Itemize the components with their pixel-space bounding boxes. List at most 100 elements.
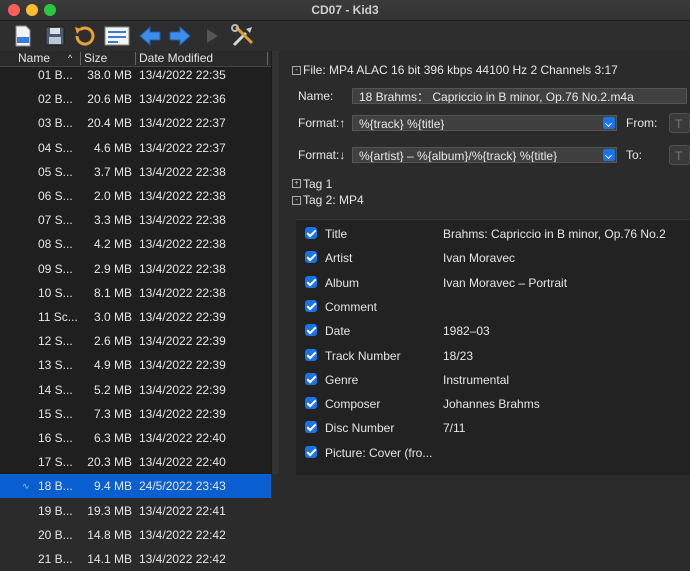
tag-row[interactable]: Album Ivan Moravec – Portrait: [296, 271, 690, 295]
from-button[interactable]: T: [669, 113, 690, 133]
file-name: 06 S...: [38, 189, 73, 203]
file-row[interactable]: 04 S... 4.6 MB 13/4/2022 22:37: [0, 136, 271, 160]
tag-checkbox[interactable]: [305, 397, 317, 410]
file-row[interactable]: 17 S... 20.3 MB 13/4/2022 22:40: [0, 450, 271, 474]
tools-icon[interactable]: [230, 23, 256, 49]
tag-checkbox[interactable]: [305, 372, 317, 385]
file-row[interactable]: 02 B... 20.6 MB 13/4/2022 22:36: [0, 87, 271, 111]
file-row[interactable]: 01 B... 38.0 MB 13/4/2022 22:35: [0, 63, 271, 87]
tag-field-name: Composer: [325, 397, 381, 412]
file-row[interactable]: 09 S... 2.9 MB 13/4/2022 22:38: [0, 257, 271, 281]
settings-panel-icon[interactable]: [104, 23, 130, 49]
file-row[interactable]: 16 S... 6.3 MB 13/4/2022 22:40: [0, 426, 271, 450]
next-icon[interactable]: [167, 23, 193, 49]
previous-icon[interactable]: [137, 23, 163, 49]
revert-icon[interactable]: [72, 23, 98, 49]
file-date: 13/4/2022 22:39: [139, 406, 226, 421]
sort-ascending-icon: ^: [68, 53, 73, 63]
file-row[interactable]: 14 S... 5.2 MB 13/4/2022 22:39: [0, 378, 271, 402]
tag-field-value[interactable]: 1982–03: [443, 324, 490, 338]
file-row[interactable]: 20 B... 14.8 MB 13/4/2022 22:42: [0, 523, 271, 547]
tag-row[interactable]: Composer Johannes Brahms: [296, 392, 690, 416]
tag-field-value[interactable]: Johannes Brahms: [443, 397, 540, 411]
file-row[interactable]: 06 S... 2.0 MB 13/4/2022 22:38: [0, 184, 271, 208]
file-date: 13/4/2022 22:39: [139, 334, 226, 349]
file-date: 13/4/2022 22:40: [139, 431, 226, 445]
tag-checkbox[interactable]: [305, 227, 317, 239]
file-row[interactable]: 13 S... 4.9 MB 13/4/2022 22:39: [0, 353, 271, 377]
file-name: 21 B...: [38, 552, 73, 566]
file-date: 13/4/2022 22:41: [139, 503, 226, 518]
expand-tag1-icon[interactable]: +: [292, 179, 301, 188]
tag-checkbox[interactable]: [305, 251, 317, 264]
file-row[interactable]: 05 S... 3.7 MB 13/4/2022 22:38: [0, 160, 271, 184]
file-row[interactable]: ∿ 18 B... 9.4 MB 24/5/2022 23:43: [0, 474, 271, 499]
file-row[interactable]: 07 S... 3.3 MB 13/4/2022 22:38: [0, 208, 271, 232]
tag-field-value[interactable]: 7/11: [443, 421, 465, 435]
format-up-combo[interactable]: %{track} %{title}: [352, 115, 617, 131]
title-bar: CD07 - Kid3: [0, 0, 690, 21]
tag-row[interactable]: Title Brahms: Capriccio in B minor, Op.76…: [296, 222, 690, 246]
file-date: 13/4/2022 22:40: [139, 455, 226, 470]
tag-field-value[interactable]: Ivan Moravec: [443, 251, 515, 265]
file-date: 13/4/2022 22:42: [139, 527, 226, 542]
tag-field-value[interactable]: Instrumental: [443, 373, 509, 387]
tag-field-value[interactable]: Brahms: Capriccio in B minor, Op.76 No.2: [443, 227, 666, 241]
file-size: 2.6 MB: [93, 334, 132, 349]
file-name: 12 S...: [38, 334, 73, 349]
file-row[interactable]: 21 B... 14.1 MB 13/4/2022 22:42: [0, 547, 271, 571]
file-row[interactable]: 15 S... 7.3 MB 13/4/2022 22:39: [0, 402, 271, 426]
tag-field-value[interactable]: Ivan Moravec – Portrait: [443, 276, 567, 290]
format-down-value: %{artist} – %{album}/%{track} %{title}: [359, 149, 558, 163]
tag1-section-label[interactable]: Tag 1: [303, 177, 332, 191]
file-name: 07 S...: [38, 213, 73, 228]
tag-row[interactable]: Picture: Cover (fro...: [296, 441, 690, 465]
new-file-icon[interactable]: [10, 23, 36, 49]
collapse-tag2-icon[interactable]: -: [292, 196, 301, 205]
file-size: 14.8 MB: [87, 527, 132, 542]
tag2-section-label[interactable]: Tag 2: MP4: [303, 193, 364, 207]
tag-row[interactable]: Track Number 18/23: [296, 344, 690, 368]
to-button[interactable]: T: [669, 145, 690, 165]
dropdown-arrow-icon[interactable]: [603, 149, 615, 161]
tag-row[interactable]: Disc Number 7/11: [296, 416, 690, 440]
tag-row[interactable]: Comment: [296, 295, 690, 319]
file-size: 3.3 MB: [93, 213, 132, 228]
tag-field-value[interactable]: 18/23: [443, 349, 473, 363]
tag-checkbox[interactable]: [305, 324, 317, 337]
file-size: 4.6 MB: [93, 140, 132, 155]
file-size: 38.0 MB: [87, 68, 132, 82]
file-list-panel: Name ^ Size Date Modified 01 B... 38.0 MB…: [0, 51, 271, 566]
tag-row[interactable]: Genre Instrumental: [296, 368, 690, 392]
file-row[interactable]: 19 B... 19.3 MB 13/4/2022 22:41: [0, 499, 271, 523]
format-down-combo[interactable]: %{artist} – %{album}/%{track} %{title}: [352, 147, 617, 163]
tag-checkbox[interactable]: [305, 348, 317, 361]
file-row[interactable]: 10 S... 8.1 MB 13/4/2022 22:38: [0, 281, 271, 305]
filename-input[interactable]: 18 Brahms： Capriccio in B minor, Op.76 N…: [352, 88, 687, 104]
tag-checkbox[interactable]: [305, 421, 317, 434]
tag-field-name: Title: [325, 227, 348, 241]
toolbar: [0, 21, 690, 51]
tag-checkbox[interactable]: [305, 299, 317, 312]
file-date: 13/4/2022 22:38: [139, 164, 226, 179]
tag-checkbox[interactable]: [305, 445, 317, 458]
dropdown-arrow-icon[interactable]: [603, 117, 615, 129]
file-row[interactable]: 08 S... 4.2 MB 13/4/2022 22:38: [0, 232, 271, 256]
file-size: 20.3 MB: [87, 455, 132, 470]
tag-row[interactable]: Date 1982–03: [296, 319, 690, 343]
file-name: 19 B...: [38, 503, 73, 518]
file-row[interactable]: 11 Sc... 3.0 MB 13/4/2022 22:39: [0, 305, 271, 329]
file-size: 2.9 MB: [93, 261, 132, 276]
file-date: 13/4/2022 22:39: [139, 358, 226, 373]
file-size: 3.7 MB: [93, 164, 132, 179]
play-icon[interactable]: [199, 23, 225, 49]
tag-field-name: Artist: [325, 251, 353, 266]
tag-row[interactable]: Artist Ivan Moravec: [296, 246, 690, 270]
file-date: 13/4/2022 22:36: [139, 92, 226, 107]
tag-checkbox[interactable]: [305, 275, 317, 288]
file-row[interactable]: 03 B... 20.4 MB 13/4/2022 22:37: [0, 111, 271, 135]
collapse-file-icon[interactable]: -: [292, 66, 301, 75]
file-size: 5.2 MB: [93, 382, 132, 397]
file-row[interactable]: 12 S... 2.6 MB 13/4/2022 22:39: [0, 329, 271, 353]
save-icon[interactable]: [42, 23, 68, 49]
